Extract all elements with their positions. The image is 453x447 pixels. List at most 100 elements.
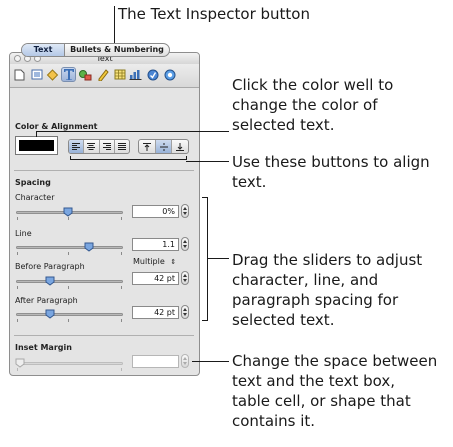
callout-line: selected text. [232,116,335,134]
quicktime-inspector-button[interactable] [162,67,177,82]
align-bracket-line [186,156,187,160]
inset-callout: Change the space between text and the te… [232,351,437,431]
align-leader-line [128,159,129,160]
align-right-button[interactable] [100,140,115,153]
inset-margin-slider-knob[interactable] [15,358,25,368]
line-value-field[interactable]: 1.1 [132,238,179,251]
inset-margin-heading: Inset Margin [15,343,72,352]
color-well-swatch [19,140,54,151]
document-inspector-button[interactable] [12,67,27,82]
inset-leader-line [192,361,229,362]
character-slider-tick [17,217,18,220]
color-alignment-heading: Color & Alignment [15,122,98,131]
callout-line: paragraph spacing for [232,291,399,309]
line-slider[interactable] [16,246,123,249]
align-middle-icon [159,142,168,151]
callout-line: Drag the sliders to adjust [232,251,423,269]
callout-line: change the color of [232,96,378,114]
tab-text[interactable]: Text [22,44,65,56]
text-icon [63,69,74,80]
after-paragraph-slider-tick [17,319,18,322]
color-well-callout: Click the color well to change the color… [232,75,393,135]
after-paragraph-stepper[interactable] [181,305,189,319]
callout-line: Change the space between [232,352,438,370]
tab-bullets-numbering[interactable]: Bullets & Numbering [65,44,169,56]
align-center-button[interactable] [84,140,100,153]
layout-inspector-button[interactable] [29,67,44,82]
character-slider-knob[interactable] [63,207,73,217]
before-paragraph-slider-tick [121,286,122,289]
character-stepper[interactable] [181,204,189,218]
inset-margin-stepper[interactable] [181,354,189,368]
sliders-leader-line [207,258,229,259]
layout-icon [31,69,42,80]
text-inspector-button[interactable] [61,67,76,82]
callout-line: text and the text box, [232,372,396,390]
character-label: Character [15,193,55,202]
before-paragraph-value-field[interactable]: 42 pt [132,272,179,285]
align-right-icon [102,143,111,150]
align-top-icon [142,142,151,151]
character-slider-tick [121,217,122,220]
line-spacing-mode-popup[interactable]: Multiple ⇕ [133,257,176,266]
align-center-icon [87,143,96,150]
popup-arrows-icon: ⇕ [170,258,177,266]
inset-margin-slider-tick [121,368,122,371]
callout-line: Use these buttons to align [232,153,430,171]
callout-line: character, line, and [232,271,379,289]
line-label: Line [15,229,32,238]
line-slider-tick [121,252,122,255]
align-left-button[interactable] [69,140,85,153]
before-paragraph-slider-knob[interactable] [45,276,55,286]
inset-margin-slider[interactable] [16,362,123,365]
line-slider-tick [68,252,69,255]
color-well[interactable] [15,136,58,155]
justify-icon [117,143,126,150]
align-bottom-button[interactable] [172,140,188,153]
character-value-field[interactable]: 0% [132,205,179,218]
section-divider [14,170,194,171]
graphic-icon [79,69,92,80]
sliders-callout: Drag the sliders to adjust character, li… [232,250,422,330]
line-stepper[interactable] [181,237,189,251]
line-slider-tick [17,252,18,255]
chart-icon [129,70,142,80]
before-paragraph-slider[interactable] [16,280,123,283]
graphic-inspector-button[interactable] [78,67,93,82]
quicktime-icon [164,69,175,80]
callout-line: Click the color well to [232,76,394,94]
after-paragraph-slider[interactable] [16,313,123,316]
before-paragraph-stepper[interactable] [181,271,189,285]
callout-line: table cell, or shape that [232,392,411,410]
align-leader-line [186,161,229,162]
justify-button[interactable] [115,140,129,153]
after-paragraph-slider-tick [68,319,69,322]
table-icon [114,69,125,80]
sliders-bracket-line [207,197,208,321]
wrap-icon [46,68,59,81]
text-inspector-button-caption: The Text Inspector button [118,5,310,23]
after-paragraph-slider-tick [121,319,122,322]
line-spacing-mode: Multiple [133,257,165,266]
metrics-icon [98,68,109,81]
callout-line: contains it. [232,412,316,430]
after-paragraph-slider-knob[interactable] [45,309,55,319]
line-slider-knob[interactable] [84,242,94,252]
align-left-icon [72,143,81,150]
link-inspector-button[interactable] [145,67,160,82]
sliders-bracket-line [202,320,208,321]
sliders-bracket-line [202,197,208,198]
after-paragraph-value-field[interactable]: 42 pt [132,306,179,319]
document-icon [14,69,25,80]
table-inspector-button[interactable] [112,67,127,82]
metrics-inspector-button[interactable] [95,67,110,82]
callout-line: selected text. [232,311,335,329]
before-paragraph-slider-tick [17,286,18,289]
callout-line: text. [232,173,267,191]
align-middle-button[interactable] [155,140,173,153]
inset-margin-value-field[interactable] [132,355,179,368]
chart-inspector-button[interactable] [128,67,143,82]
align-top-button[interactable] [139,140,156,153]
text-tab-control: Text Bullets & Numbering [21,43,170,57]
wrap-inspector-button[interactable] [45,67,60,82]
